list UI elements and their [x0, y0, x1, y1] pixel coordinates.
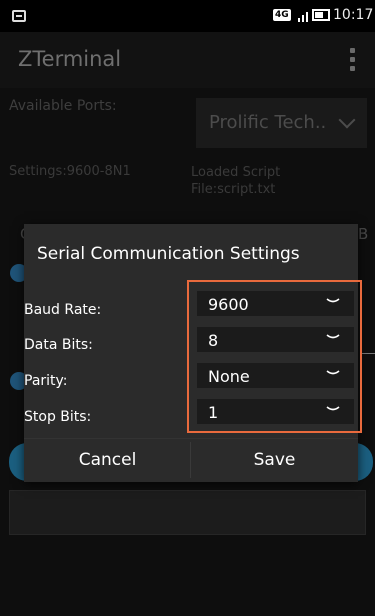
dialog-buttons: Cancel Save — [24, 438, 358, 482]
port-select-value: Prolific Tech.. — [209, 112, 327, 133]
partial-label-right: B — [358, 225, 369, 243]
app-bar: ZTerminal — [0, 32, 375, 88]
available-ports-label: Available Ports: — [9, 98, 117, 114]
loaded-script-label: Loaded Script File:script.txt — [191, 165, 281, 197]
cancel-button[interactable]: Cancel — [24, 438, 191, 482]
clock: 10:17 — [333, 7, 374, 23]
selection-highlight — [187, 280, 362, 433]
command-input[interactable] — [9, 490, 366, 535]
network-badge: 4G — [273, 9, 291, 21]
app-title: ZTerminal — [18, 47, 122, 71]
status-bar: 4G 10:17 — [0, 0, 375, 32]
baud-rate-label: Baud Rate: — [24, 302, 102, 318]
serial-settings-dialog: Serial Communication Settings Baud Rate:… — [24, 224, 362, 482]
stop-bits-label: Stop Bits: — [24, 409, 92, 425]
port-select[interactable]: Prolific Tech.. — [196, 98, 367, 148]
battery-icon — [312, 9, 330, 21]
notification-icon — [12, 10, 26, 22]
more-vert-icon[interactable] — [346, 48, 358, 74]
chevron-down-icon — [338, 111, 356, 129]
dialog-title: Serial Communication Settings — [37, 244, 300, 264]
save-button[interactable]: Save — [191, 438, 358, 482]
divider — [360, 353, 375, 354]
settings-summary: Settings:9600-8N1 — [9, 164, 131, 179]
data-bits-label: Data Bits: — [24, 337, 93, 353]
parity-label: Parity: — [24, 373, 68, 389]
